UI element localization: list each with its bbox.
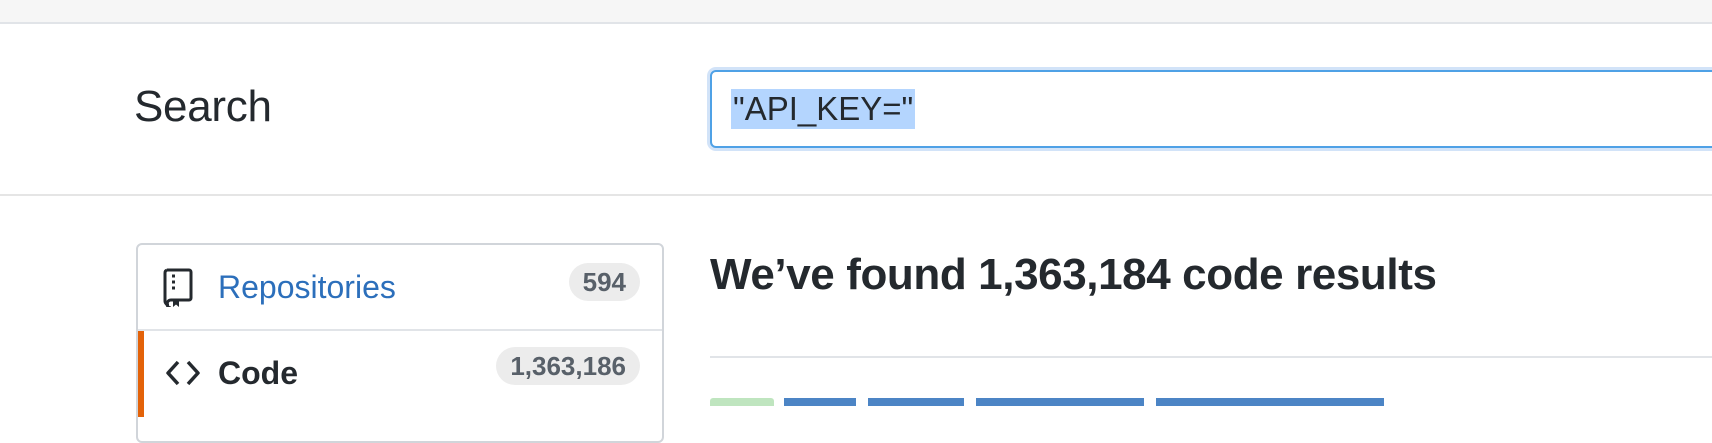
language-label-peek xyxy=(710,398,774,406)
menu-item-code[interactable]: Code 1,363,186 xyxy=(138,331,662,417)
code-icon xyxy=(166,359,200,399)
search-input[interactable]: "API_KEY=" xyxy=(710,70,1712,148)
top-bar xyxy=(0,0,1712,24)
results-count-heading: We’ve found 1,363,184 code results xyxy=(710,250,1437,299)
menu-item-repositories-label: Repositories xyxy=(218,269,396,305)
search-type-menu: Repositories 594 Code 1,363,186 xyxy=(136,243,664,443)
search-header: Search "API_KEY=" xyxy=(0,24,1712,196)
search-query-text[interactable]: "API_KEY=" xyxy=(731,89,916,129)
repo-icon xyxy=(162,267,196,310)
search-heading: Search xyxy=(134,82,272,131)
menu-item-repositories[interactable]: Repositories 594 xyxy=(138,245,662,331)
menu-item-code-label: Code xyxy=(218,355,298,391)
repositories-count-badge: 594 xyxy=(568,263,640,301)
result-title-peek[interactable] xyxy=(784,398,1384,406)
code-count-badge: 1,363,186 xyxy=(496,347,640,385)
results-divider xyxy=(710,356,1712,358)
